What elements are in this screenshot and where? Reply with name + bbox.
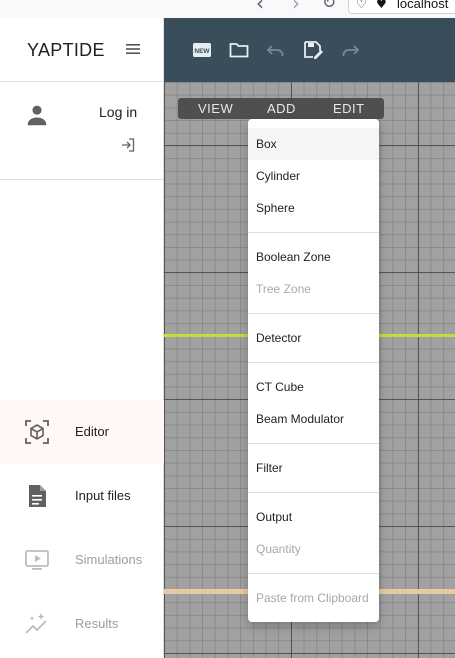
sidebar-item-simulations[interactable]: Simulations	[0, 528, 164, 592]
url-text[interactable]: localhost	[397, 0, 448, 11]
add-quantity: Quantity	[256, 542, 301, 556]
app-title: YAPTIDE	[27, 40, 105, 60]
add-beam-modulator[interactable]: Beam Modulator	[248, 403, 379, 435]
add-ct-cube[interactable]: CT Cube	[248, 371, 379, 403]
add-filter[interactable]: Filter	[248, 452, 379, 484]
sidebar-item-label: Results	[75, 616, 119, 631]
editor-cube-icon	[25, 420, 49, 444]
login-link[interactable]: Log in	[99, 104, 137, 120]
menu-divider	[248, 362, 379, 363]
sidebar-header: YAPTIDE	[0, 18, 164, 82]
menu-add[interactable]: ADD	[267, 101, 296, 116]
new-icon[interactable]: NEW	[191, 40, 213, 60]
browser-toolbar: ‹ › ↻ ♡ ♥ localhost	[0, 0, 455, 18]
sparkle-chart-icon	[25, 613, 47, 634]
menu-divider	[248, 573, 379, 574]
login-icon[interactable]	[120, 137, 136, 153]
top-toolbar: NEW	[164, 18, 455, 82]
user-panel: Log in	[0, 82, 164, 180]
save-edit-icon[interactable]	[302, 40, 324, 60]
add-boolean-zone[interactable]: Boolean Zone	[248, 241, 379, 273]
menu-edit[interactable]: EDIT	[333, 101, 365, 116]
menu-divider	[248, 232, 379, 233]
paste-from-clipboard: Paste from Clipboard	[256, 591, 369, 605]
sidebar-item-label: Editor	[75, 424, 109, 439]
add-cylinder[interactable]: Cylinder	[248, 160, 379, 192]
menu-divider	[248, 443, 379, 444]
forward-icon[interactable]: ›	[292, 0, 300, 15]
sidebar: YAPTIDE Log in Editor Input files Simula…	[0, 18, 164, 658]
new-badge: NEW	[194, 48, 210, 55]
add-tree-zone: Tree Zone	[256, 282, 311, 296]
add-menu-dropdown: Box Cylinder Sphere Boolean Zone Tree Zo…	[248, 119, 379, 622]
menu-divider	[248, 492, 379, 493]
reload-icon[interactable]: ↻	[322, 0, 336, 13]
folder-icon[interactable]	[228, 40, 250, 60]
undo-icon[interactable]	[265, 40, 287, 60]
editor-menubar: VIEW ADD EDIT	[178, 98, 384, 119]
menu-view[interactable]: VIEW	[198, 101, 233, 116]
sidebar-item-label: Simulations	[75, 552, 143, 567]
person-icon	[27, 105, 47, 126]
back-icon[interactable]: ‹	[256, 0, 264, 15]
sidebar-item-editor[interactable]: Editor	[0, 400, 164, 464]
add-detector[interactable]: Detector	[248, 322, 379, 354]
redo-icon[interactable]	[339, 40, 361, 60]
sidebar-item-results[interactable]: Results	[0, 592, 164, 656]
lock-icon[interactable]: ♥	[376, 0, 387, 11]
play-screen-icon	[25, 550, 49, 570]
sidebar-item-input-files[interactable]: Input files	[0, 464, 164, 528]
sidebar-item-label: Input files	[75, 488, 131, 503]
menu-divider	[248, 313, 379, 314]
menu-icon[interactable]	[124, 40, 142, 58]
add-sphere[interactable]: Sphere	[248, 192, 379, 224]
add-output[interactable]: Output	[248, 501, 379, 533]
shield-icon[interactable]: ♡	[356, 0, 367, 11]
add-box[interactable]: Box	[248, 128, 379, 160]
document-icon	[29, 485, 46, 507]
